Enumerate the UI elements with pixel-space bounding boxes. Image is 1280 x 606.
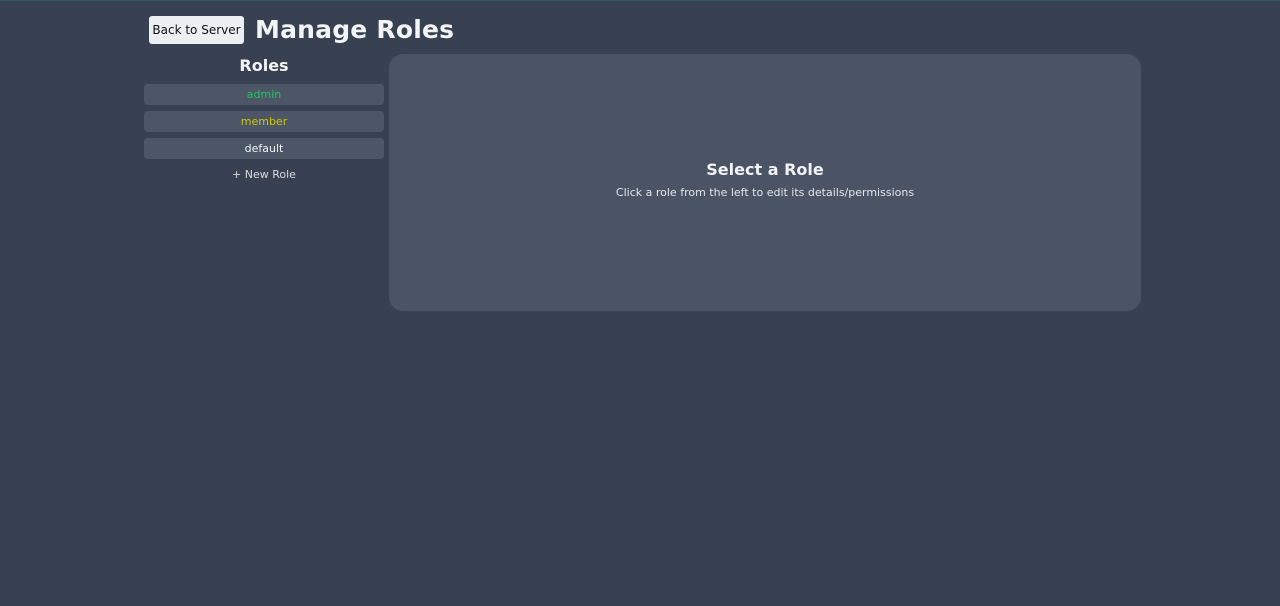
role-item-default[interactable]: default [144, 138, 384, 159]
header: Back to Server Manage Roles [149, 15, 454, 44]
role-details-panel: Select a Role Click a role from the left… [389, 54, 1141, 311]
page-title: Manage Roles [255, 15, 455, 44]
back-to-server-button[interactable]: Back to Server [149, 16, 244, 44]
role-item-member[interactable]: member [144, 111, 384, 132]
new-role-button[interactable]: + New Role [144, 168, 384, 181]
select-role-subtitle: Click a role from the left to edit its d… [615, 186, 915, 199]
role-item-admin[interactable]: admin [144, 84, 384, 105]
roles-sidebar: Roles admin member default + New Role [144, 55, 384, 181]
roles-title: Roles [239, 56, 289, 75]
select-role-heading: Select a Role [706, 160, 824, 179]
